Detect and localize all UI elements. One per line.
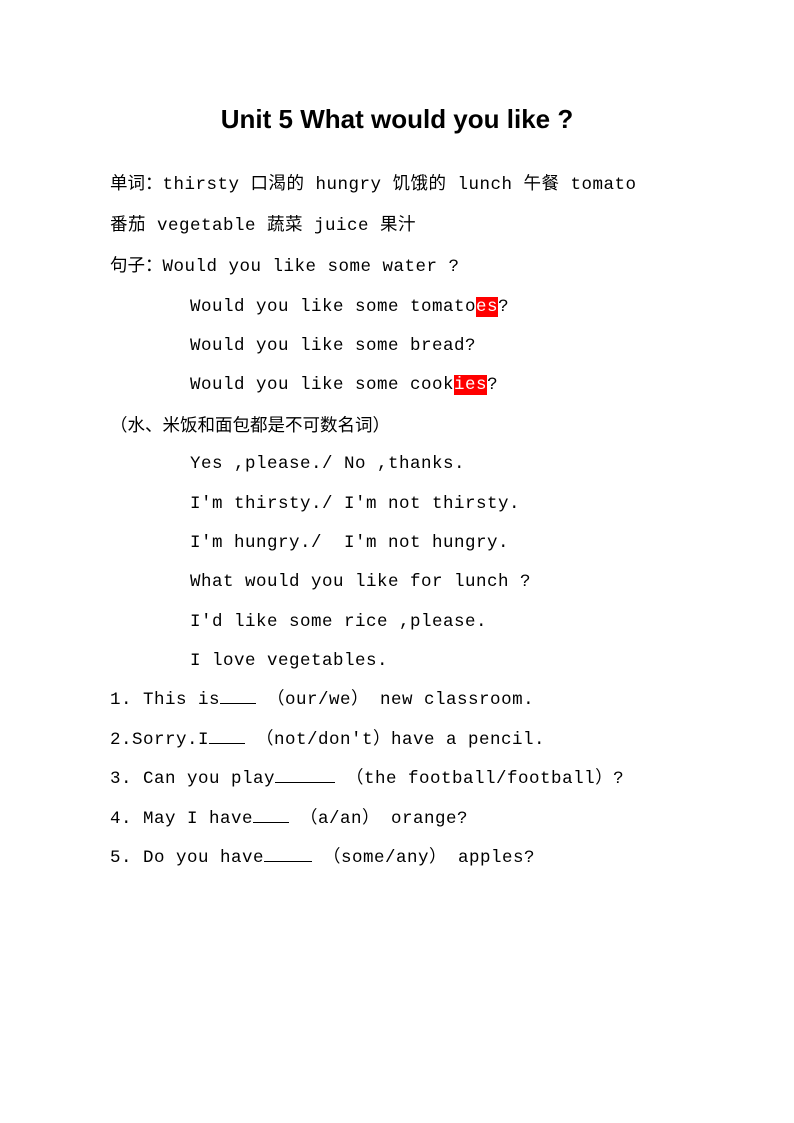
sentence-4-part-a: Would you like some cook xyxy=(190,375,454,395)
exercise-5-part-b: （some/any） apples? xyxy=(312,848,535,868)
highlight-ies: ies xyxy=(454,375,487,395)
exercise-1-part-b: （our/we） new classroom. xyxy=(256,690,534,710)
exercise-2: 2.Sorry.I （not/don't）have a pencil. xyxy=(110,721,684,760)
vocab-label: 单词： xyxy=(110,173,163,193)
sentence-1: Would you like some water ? xyxy=(163,257,460,277)
sentence-line-5: Yes ,please./ No ,thanks. xyxy=(110,445,684,484)
sentence-label: 句子： xyxy=(110,255,163,275)
page-title: Unit 5 What would you like ? xyxy=(110,90,684,149)
blank-1[interactable] xyxy=(220,688,256,705)
sentence-line-6: I'm thirsty./ I'm not thirsty. xyxy=(110,485,684,524)
exercise-4: 4. May I have （a/an） orange? xyxy=(110,800,684,839)
exercise-1-part-a: 1. This is xyxy=(110,690,220,710)
blank-4[interactable] xyxy=(253,806,289,823)
exercise-3-part-b: （the football/football）? xyxy=(335,769,624,789)
exercise-3: 3. Can you play （the football/football）? xyxy=(110,760,684,799)
highlight-es: es xyxy=(476,297,498,317)
exercise-4-part-b: （a/an） orange? xyxy=(289,809,468,829)
note-line: （水、米饭和面包都是不可数名词） xyxy=(110,406,684,445)
exercise-2-part-a: 2.Sorry.I xyxy=(110,730,209,750)
exercise-3-part-a: 3. Can you play xyxy=(110,769,275,789)
sentence-line-3: Would you like some bread? xyxy=(110,327,684,366)
sentence-line-1: 句子：Would you like some water ? xyxy=(110,246,684,287)
vocab-line-2: 番茄 vegetable 蔬菜 juice 果汁 xyxy=(110,205,684,246)
blank-3[interactable] xyxy=(275,766,335,783)
exercise-4-part-a: 4. May I have xyxy=(110,809,253,829)
exercise-2-part-b: （not/don't）have a pencil. xyxy=(245,730,545,750)
blank-5[interactable] xyxy=(264,845,312,862)
sentence-line-4: Would you like some cookies? xyxy=(110,366,684,405)
sentence-line-7: I'm hungry./ I'm not hungry. xyxy=(110,524,684,563)
vocab-line-1: 单词：thirsty 口渴的 hungry 饥饿的 lunch 午餐 tomat… xyxy=(110,164,684,205)
sentence-line-9: I'd like some rice ,please. xyxy=(110,603,684,642)
sentence-line-10: I love vegetables. xyxy=(110,642,684,681)
sentence-2-part-b: ? xyxy=(498,297,509,317)
vocab-text-1: thirsty 口渴的 hungry 饥饿的 lunch 午餐 tomato xyxy=(163,175,637,195)
sentence-2-part-a: Would you like some tomato xyxy=(190,297,476,317)
sentence-line-2: Would you like some tomatoes? xyxy=(110,288,684,327)
sentence-line-8: What would you like for lunch ? xyxy=(110,563,684,602)
blank-2[interactable] xyxy=(209,727,245,744)
vocab-text-2: 番茄 vegetable 蔬菜 juice 果汁 xyxy=(110,216,416,236)
exercise-5: 5. Do you have （some/any） apples? xyxy=(110,839,684,878)
exercise-5-part-a: 5. Do you have xyxy=(110,848,264,868)
exercise-1: 1. This is （our/we） new classroom. xyxy=(110,681,684,720)
sentence-4-part-b: ? xyxy=(487,375,498,395)
